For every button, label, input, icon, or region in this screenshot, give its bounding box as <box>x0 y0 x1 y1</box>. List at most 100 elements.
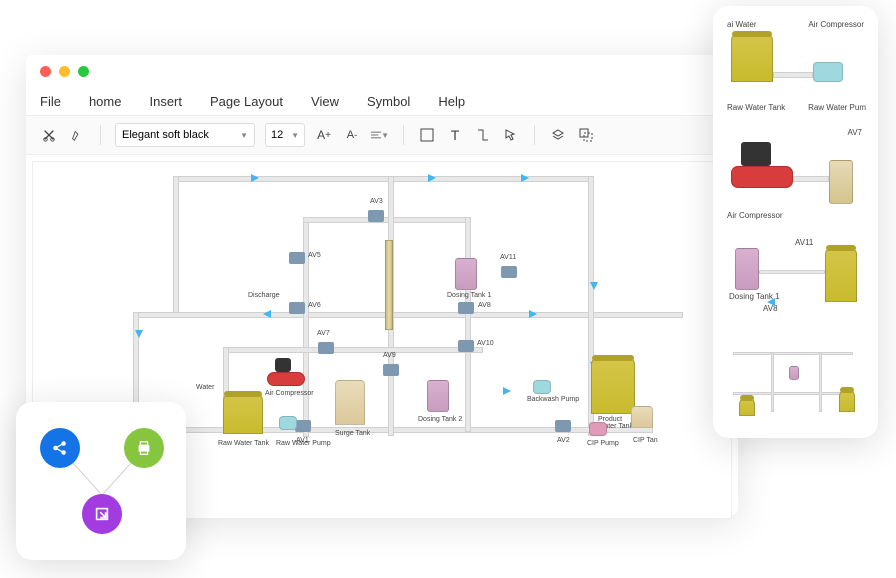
label: CIP Tan <box>633 437 658 444</box>
toolbar-separator <box>534 125 535 145</box>
text-button[interactable]: T <box>446 126 464 144</box>
raw-water-tank[interactable] <box>223 394 263 434</box>
connector-button[interactable] <box>474 126 492 144</box>
valve-label: AV3 <box>370 198 383 205</box>
menu-view[interactable]: View <box>311 94 339 109</box>
tank-icon <box>789 366 799 380</box>
pipe <box>223 347 483 353</box>
label: Backwash Pump <box>527 396 579 403</box>
decrease-font-button[interactable]: A- <box>343 126 361 144</box>
product-water-tank[interactable] <box>591 358 635 414</box>
menu-help[interactable]: Help <box>438 94 465 109</box>
pipe <box>173 176 179 316</box>
align-button[interactable]: ▼ <box>371 126 389 144</box>
valve-av1[interactable] <box>295 420 311 432</box>
font-select[interactable]: Elegant soft black ▼ <box>115 123 255 147</box>
tank-icon <box>829 160 853 204</box>
thumbnails-panel: ai Water Air Compressor Raw Water Tank R… <box>713 6 878 438</box>
surge-tank[interactable] <box>335 380 365 425</box>
pipe <box>133 312 683 318</box>
label: Raw Water Tank <box>218 440 269 447</box>
group-button[interactable] <box>577 126 595 144</box>
pump-icon <box>813 62 843 82</box>
label: Discharge <box>248 292 280 299</box>
pipe <box>733 352 853 355</box>
flow-arrow-icon <box>767 298 775 306</box>
toolbar-separator <box>403 125 404 145</box>
valve-av8[interactable] <box>458 302 474 314</box>
layers-button[interactable] <box>549 126 567 144</box>
maximize-window-button[interactable] <box>78 66 89 77</box>
actions-panel <box>16 402 186 560</box>
dosing-tank-2[interactable] <box>427 380 449 412</box>
separator-column[interactable] <box>385 240 393 330</box>
thumbnail-3[interactable]: Dosing Tank 1 AV11 AV8 <box>723 234 868 330</box>
valve-label: AV2 <box>557 437 570 444</box>
pipe <box>773 72 813 78</box>
valve-av2[interactable] <box>555 420 571 432</box>
menu-file[interactable]: File <box>40 94 61 109</box>
menu-page-layout[interactable]: Page Layout <box>210 94 283 109</box>
thumb-label: Raw Water Tank <box>727 103 785 112</box>
valve-label: AV5 <box>308 252 321 259</box>
valve-av6[interactable] <box>289 302 305 314</box>
valve-label: AV6 <box>308 302 321 309</box>
flow-arrow-icon <box>135 330 143 338</box>
thumb-label: Raw Water Pum <box>808 103 866 112</box>
valve-label: AV10 <box>477 340 494 347</box>
menu-insert[interactable]: Insert <box>149 94 182 109</box>
valve-av5[interactable] <box>289 252 305 264</box>
raw-water-pump[interactable] <box>279 416 297 430</box>
pipe <box>465 217 471 432</box>
tank-icon <box>731 34 773 82</box>
chevron-down-icon: ▼ <box>240 131 248 140</box>
pointer-button[interactable] <box>502 126 520 144</box>
toolbar-separator <box>100 125 101 145</box>
thumbnail-4[interactable] <box>723 342 868 426</box>
cip-tank[interactable] <box>631 406 653 428</box>
shape-button[interactable] <box>418 126 436 144</box>
label: Dosing Tank 1 <box>447 292 491 299</box>
pipe <box>771 352 774 412</box>
valve-av11[interactable] <box>501 266 517 278</box>
flow-arrow-icon <box>590 282 598 290</box>
compressor-icon <box>731 166 793 188</box>
minimize-window-button[interactable] <box>59 66 70 77</box>
compressor-motor[interactable] <box>275 358 291 372</box>
flow-arrow-icon <box>521 174 529 182</box>
font-size: 12 <box>271 129 283 141</box>
valve-av10[interactable] <box>458 340 474 352</box>
flow-arrow-icon <box>251 174 259 182</box>
cut-button[interactable] <box>40 126 58 144</box>
close-window-button[interactable] <box>40 66 51 77</box>
share-button[interactable] <box>40 428 80 468</box>
flow-arrow-icon <box>529 310 537 318</box>
valve-av3[interactable] <box>368 210 384 222</box>
title-bar <box>26 55 738 87</box>
share-icon <box>51 439 69 457</box>
label: Dosing Tank 2 <box>418 416 462 423</box>
valve-label: AV9 <box>383 352 396 359</box>
valve-av9[interactable] <box>383 364 399 376</box>
label: CIP Pump <box>587 440 619 447</box>
label: Air Compressor <box>265 390 314 397</box>
dosing-tank-1[interactable] <box>455 258 477 290</box>
tank-icon <box>739 398 755 416</box>
export-button[interactable] <box>82 494 122 534</box>
format-painter-button[interactable] <box>68 126 86 144</box>
air-compressor[interactable] <box>267 372 305 386</box>
menu-bar: File home Insert Page Layout View Symbol… <box>26 87 738 115</box>
menu-home[interactable]: home <box>89 94 122 109</box>
print-button[interactable] <box>124 428 164 468</box>
backwash-pump[interactable] <box>533 380 551 394</box>
increase-font-button[interactable]: A+ <box>315 126 333 144</box>
thumbnail-2[interactable]: AV7 Air Compressor <box>723 126 868 222</box>
menu-symbol[interactable]: Symbol <box>367 94 410 109</box>
compressor-icon <box>741 142 771 166</box>
cip-pump[interactable] <box>589 422 607 436</box>
thumbnail-1[interactable]: ai Water Air Compressor Raw Water Tank R… <box>723 18 868 114</box>
label: Surge Tank <box>335 430 370 437</box>
font-size-select[interactable]: 12 ▼ <box>265 123 305 147</box>
tank-icon <box>825 248 857 302</box>
valve-av7[interactable] <box>318 342 334 354</box>
